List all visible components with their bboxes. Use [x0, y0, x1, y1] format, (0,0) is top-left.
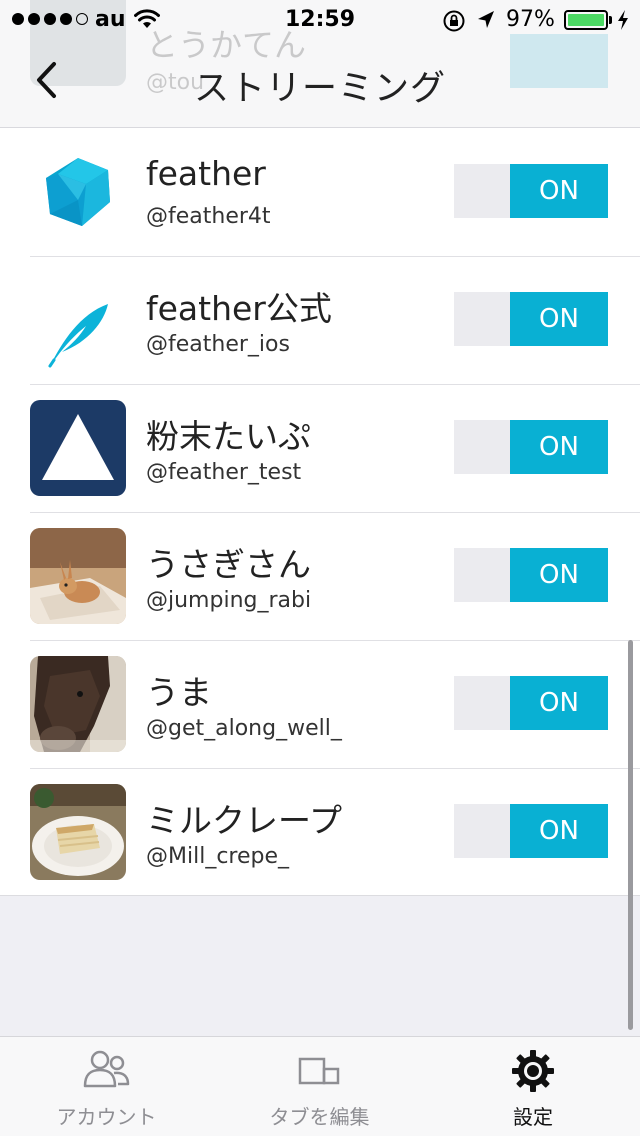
account-handle: @jumping_rabi: [146, 588, 312, 613]
account-name: feather公式: [146, 289, 332, 328]
tab-accounts[interactable]: アカウント: [0, 1037, 213, 1136]
rabbit-photo: [30, 528, 126, 624]
account-row: 粉末たいぷ @feather_test ON: [0, 384, 640, 512]
people-icon: [0, 1049, 213, 1089]
feather-cube-logo: [30, 144, 126, 240]
scroll-indicator[interactable]: [628, 640, 633, 1030]
tab-settings[interactable]: 設定: [426, 1037, 640, 1136]
account-name: ミルクレープ: [146, 801, 343, 840]
tabs-icon: [213, 1049, 426, 1089]
account-name: 粉末たいぷ: [146, 417, 311, 456]
account-row: うさぎさん @jumping_rabi ON: [0, 512, 640, 640]
tab-label: 設定: [513, 1105, 553, 1129]
account-handle: @get_along_well_: [146, 716, 342, 741]
page-title: ストリーミング: [193, 69, 446, 109]
tab-edit-tabs[interactable]: タブを編集: [213, 1037, 426, 1136]
account-name: うま: [146, 673, 212, 712]
toggle-on-label: ON: [510, 804, 608, 858]
account-handle: @feather_ios: [146, 332, 290, 357]
streaming-toggle[interactable]: ON: [454, 420, 608, 474]
account-handle: @Mill_crepe_: [146, 844, 290, 869]
streaming-toggle[interactable]: ON: [454, 676, 608, 730]
account-handle: @feather4t: [146, 204, 271, 229]
rotation-lock-icon: [442, 9, 466, 39]
tab-label: アカウント: [56, 1105, 157, 1129]
triangle-logo: [30, 400, 126, 496]
toggle-on-label: ON: [510, 292, 608, 346]
battery-tip: [609, 16, 612, 24]
toggle-on-label: ON: [510, 420, 608, 474]
gear-icon: [426, 1049, 640, 1093]
header: とうかてん @tou au 12:59 97% ストリーミング: [0, 0, 640, 128]
streaming-account-list: feather @feather4t ON feather公式 @feather…: [0, 128, 640, 896]
account-row: feather公式 @feather_ios ON: [0, 256, 640, 384]
account-row: feather @feather4t ON: [0, 128, 640, 256]
battery-icon: [564, 10, 608, 30]
account-name: feather: [146, 154, 266, 193]
toggle-on-label: ON: [510, 548, 608, 602]
streaming-toggle[interactable]: ON: [454, 292, 608, 346]
charging-bolt-icon: [616, 9, 630, 37]
account-row: うま @get_along_well_ ON: [0, 640, 640, 768]
toggle-on-label: ON: [510, 676, 608, 730]
tab-label: タブを編集: [269, 1105, 370, 1129]
crepe-cake-photo: [30, 784, 126, 880]
account-handle: @feather_test: [146, 460, 302, 485]
streaming-toggle[interactable]: ON: [454, 548, 608, 602]
toggle-on-label: ON: [510, 164, 608, 218]
status-bar: au 12:59 97%: [0, 0, 640, 40]
tab-bar: アカウント タブを編集 設定: [0, 1036, 640, 1136]
streaming-toggle[interactable]: ON: [454, 804, 608, 858]
account-name: うさぎさん: [146, 545, 311, 584]
location-arrow-icon: [476, 9, 496, 37]
alpaca-photo: [30, 656, 126, 752]
feather-quill-logo: [30, 272, 126, 368]
streaming-toggle[interactable]: ON: [454, 164, 608, 218]
battery-percent: 97%: [506, 7, 555, 32]
account-row: ミルクレープ @Mill_crepe_ ON: [0, 768, 640, 896]
